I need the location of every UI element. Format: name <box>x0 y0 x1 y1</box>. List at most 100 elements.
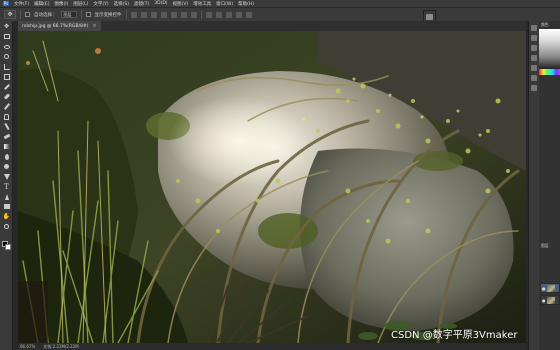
align-left-icon[interactable] <box>130 11 137 18</box>
tool-dodge[interactable] <box>2 162 11 171</box>
3d-mode-roll-icon[interactable] <box>215 11 222 18</box>
eye-icon[interactable]: ● <box>542 286 546 291</box>
document-title: rolship.jpg @ 66.7%(RGB/8#) <box>22 23 89 29</box>
menu-select[interactable]: 选择(S) <box>114 1 129 7</box>
frame-icon <box>3 73 10 80</box>
divider <box>200 10 202 19</box>
menu-edit[interactable]: 编辑(E) <box>34 1 49 7</box>
3d-mode-pan-icon[interactable] <box>225 11 232 18</box>
layer-thumbnail <box>546 296 555 304</box>
zoom-level[interactable]: 66.67% <box>20 344 35 349</box>
menu-plugins[interactable]: 增效工具 <box>193 1 211 7</box>
eye-icon[interactable]: ● <box>542 298 546 303</box>
move-icon: ✥ <box>3 23 10 30</box>
menu-filter[interactable]: 滤镜(T) <box>134 1 149 7</box>
layer-row[interactable]: ● <box>540 295 560 305</box>
lasso-icon <box>3 44 10 49</box>
layer-row[interactable]: ● <box>540 283 560 293</box>
tool-frame[interactable] <box>2 72 11 81</box>
tool-marquee[interactable] <box>2 32 11 41</box>
path-select-icon <box>4 193 9 200</box>
3d-mode-slide-icon[interactable] <box>235 11 242 18</box>
quick-select-icon <box>4 54 9 59</box>
paragraph-panel-icon[interactable] <box>531 55 537 61</box>
hand-icon: ✋ <box>2 213 11 220</box>
brush-icon[interactable] <box>426 14 433 20</box>
close-icon[interactable]: × <box>92 23 96 29</box>
adjustments-panel-icon[interactable] <box>531 45 537 51</box>
character-panel-icon[interactable] <box>531 65 537 71</box>
tool-healing[interactable] <box>2 92 11 101</box>
menu-file[interactable]: 文件(F) <box>14 1 29 7</box>
divider <box>125 10 127 19</box>
tool-zoom[interactable] <box>2 222 11 231</box>
menu-bar: Ps 文件(F) 编辑(E) 图像(I) 图层(L) 文字(Y) 选择(S) 滤… <box>0 0 560 7</box>
background-color-swatch[interactable] <box>5 244 11 250</box>
align-middle-icon[interactable] <box>170 11 177 18</box>
auto-select-checkbox[interactable] <box>25 12 30 17</box>
tool-rectangle[interactable] <box>2 202 11 211</box>
canvas-image <box>18 31 526 343</box>
align-center-icon[interactable] <box>140 11 147 18</box>
align-top-icon[interactable] <box>160 11 167 18</box>
menu-layer[interactable]: 图层(L) <box>73 1 88 7</box>
watermark-text: CSDN @数字平原3Vmaker <box>391 330 518 341</box>
auto-select-label: 自动选择： <box>34 12 57 18</box>
tool-move[interactable]: ✥ <box>2 22 11 31</box>
gradient-icon <box>3 144 10 149</box>
layer-thumbnail <box>546 284 555 292</box>
layers-panel-title[interactable]: 图层 <box>541 243 549 249</box>
properties-panel-icon[interactable] <box>531 35 537 41</box>
document-tab-bar: rolship.jpg @ 66.7%(RGB/8#) × <box>18 21 526 31</box>
type-icon: T <box>4 182 9 191</box>
history-panel-icon[interactable] <box>531 25 537 31</box>
status-bar: 66.67% 文档:2.22M/2.22M <box>18 343 526 350</box>
menu-type[interactable]: 文字(Y) <box>93 1 108 7</box>
menu-image[interactable]: 图像(I) <box>54 1 68 7</box>
document-tab[interactable]: rolship.jpg @ 66.7%(RGB/8#) × <box>18 21 101 31</box>
tool-pen[interactable] <box>2 172 11 181</box>
dodge-icon <box>4 164 9 169</box>
menu-window[interactable]: 窗口(W) <box>216 1 233 7</box>
paths-panel-icon[interactable] <box>531 85 537 91</box>
color-picker-field[interactable] <box>539 29 560 69</box>
tool-lasso[interactable] <box>2 42 11 51</box>
tool-eraser[interactable] <box>2 132 11 141</box>
align-right-icon[interactable] <box>150 11 157 18</box>
options-bar: ✥ 自动选择： 图层 显示变换控件 <box>0 7 560 21</box>
tool-brush[interactable] <box>2 102 11 111</box>
photoshop-logo-icon: Ps <box>3 1 9 6</box>
rectangle-icon <box>3 204 10 209</box>
tool-hand[interactable]: ✋ <box>2 212 11 221</box>
menu-view[interactable]: 视图(V) <box>173 1 189 7</box>
tool-path-select[interactable] <box>2 192 11 201</box>
more-options-icon[interactable] <box>190 11 197 18</box>
move-icon: ✥ <box>7 11 13 18</box>
tool-gradient[interactable] <box>2 142 11 151</box>
tool-crop[interactable] <box>2 62 11 71</box>
menu-help[interactable]: 帮助(H) <box>238 1 254 7</box>
3d-mode-orbit-icon[interactable] <box>205 11 212 18</box>
align-bottom-icon[interactable] <box>180 11 187 18</box>
tool-type[interactable]: T <box>2 182 11 191</box>
show-transform-checkbox[interactable] <box>85 12 91 17</box>
document-canvas[interactable] <box>18 31 526 343</box>
auto-select-dropdown[interactable]: 图层 <box>60 11 77 18</box>
healing-brush-icon <box>3 93 10 100</box>
move-tool-preset-button[interactable]: ✥ <box>4 10 16 19</box>
panel-icon-strip <box>529 21 539 350</box>
color-panel-title[interactable]: 颜色 <box>541 22 549 28</box>
tool-eyedropper[interactable] <box>2 82 11 91</box>
3d-mode-scale-icon[interactable] <box>245 11 252 18</box>
eraser-icon <box>3 133 10 140</box>
tool-clone-stamp[interactable] <box>2 112 11 121</box>
tool-quick-select[interactable] <box>2 52 11 61</box>
brush-icon <box>3 103 10 110</box>
menu-3d[interactable]: 3D(D) <box>154 1 167 6</box>
marquee-icon <box>3 34 10 39</box>
pen-icon <box>3 173 10 180</box>
channels-panel-icon[interactable] <box>531 75 537 81</box>
hue-slider[interactable] <box>539 69 560 75</box>
tool-blur[interactable] <box>2 152 11 161</box>
tool-history-brush[interactable] <box>2 122 11 131</box>
